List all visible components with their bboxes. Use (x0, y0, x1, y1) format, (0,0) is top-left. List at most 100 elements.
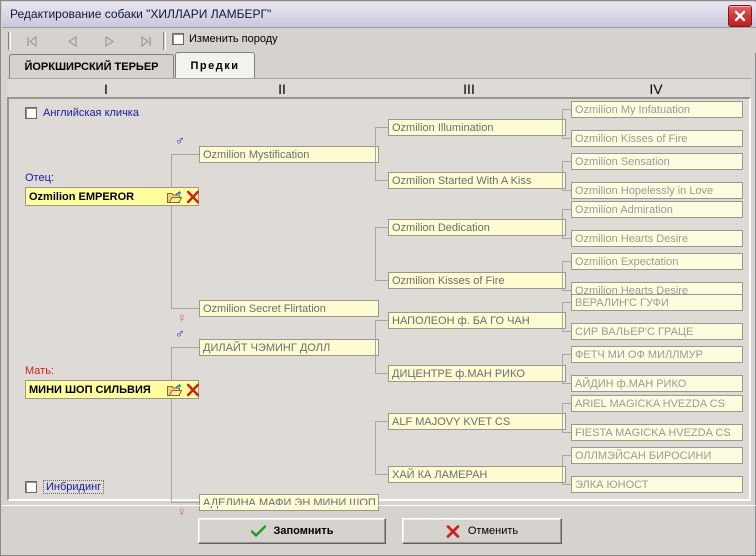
connector-gen3-spine-f1 (562, 109, 564, 138)
tab-breed[interactable]: ЙОРКШИРСКИЙ ТЕРЬЕР (9, 54, 174, 78)
cancel-button-label: Отменить (467, 525, 519, 537)
gen3-box-m1[interactable]: НАПОЛЕОН ф. БА ГО ЧАН (388, 312, 566, 329)
father-label: Отец: (25, 172, 54, 184)
last-record-icon (140, 35, 151, 47)
tab-strip: ЙОРКШИРСКИЙ ТЕРЬЕР Предки (9, 52, 749, 78)
mother-label: Мать: (25, 365, 54, 377)
connector-gen2-spine-f1 (375, 127, 377, 180)
column-header-1: I (104, 81, 108, 97)
connector-mother-to-sire (171, 347, 199, 349)
close-icon[interactable] (728, 5, 752, 27)
column-header-4: IV (649, 81, 663, 97)
male-symbol-icon: ♂ (175, 133, 185, 148)
column-header-2: II (278, 81, 286, 97)
connector-gen2-f2-bottom (375, 280, 389, 282)
connector-gen2-f1-top (375, 127, 389, 129)
connector-gen3-spine-m3 (562, 403, 564, 432)
connector-gen3-spine-f4 (562, 261, 564, 290)
mother-field-actions (167, 383, 200, 397)
gen4-box-f5[interactable]: Ozmilion Admiration (571, 201, 743, 218)
connector-gen2-spine-m2 (375, 421, 377, 474)
delete-red-x-icon[interactable] (186, 190, 200, 204)
cancel-button[interactable]: Отменить (402, 518, 562, 544)
close-x-glyph (734, 10, 746, 22)
gen4-box-m6[interactable]: FIESTA MAGICKA HVEZDA CS (571, 424, 743, 441)
connector-gen3-spine-m1 (562, 302, 564, 331)
gen4-box-m1[interactable]: ВЕРАЛИН'С ГУФИ (571, 294, 743, 311)
gen3-box-m3[interactable]: ALF MAJOVY KVET CS (388, 413, 566, 430)
connector-gen2-spine-m1 (375, 320, 377, 373)
connector-gen2-m2-top (375, 421, 389, 423)
gen4-box-m4[interactable]: АЙДИН ф.МАН РИКО (571, 375, 743, 392)
prev-record-icon (67, 35, 77, 47)
first-record-icon (26, 35, 37, 47)
gen4-box-f7[interactable]: Ozmilion Expectation (571, 253, 743, 270)
male-symbol-icon-maternal: ♂ (175, 326, 185, 341)
gen4-box-m5[interactable]: ARIEL MAGICKA HVEZDA CS (571, 395, 743, 412)
female-symbol-icon: ♀ (177, 310, 187, 325)
green-check-icon (250, 525, 266, 537)
connector-gen2-m2-bottom (375, 474, 389, 476)
gen2-box-paternal-dam[interactable]: Ozmilion Secret Flirtation (199, 300, 379, 317)
dialog-button-bar: Запомнить Отменить (2, 505, 756, 556)
gen2-box-maternal-sire[interactable]: ДИЛАЙТ ЧЭМИНГ ДОЛЛ (199, 339, 379, 356)
gen3-box-f4[interactable]: Ozmilion Kisses of Fire (388, 272, 566, 289)
gen4-box-f3[interactable]: Ozmilion Sensation (571, 153, 743, 170)
gen4-box-f4[interactable]: Ozmilion Hopelessly in Love (571, 182, 743, 199)
open-folder-icon[interactable] (167, 190, 182, 204)
tab-ancestors-label: Предки (190, 59, 240, 72)
connector-gen2-m1-top (375, 320, 389, 322)
father-field-actions (167, 190, 200, 204)
last-record-button[interactable] (133, 32, 159, 50)
gen3-box-m2[interactable]: ДИЦЕНТРЕ ф.МАН РИКО (388, 365, 566, 382)
tab-ancestors[interactable]: Предки (175, 52, 255, 78)
tab-breed-label: ЙОРКШИРСКИЙ ТЕРЬЕР (24, 60, 159, 73)
window-title: Редактирование собаки "ХИЛЛАРИ ЛАМБЕРГ" (10, 7, 272, 21)
save-button-label: Запомнить (273, 525, 334, 537)
toolbar-separator-right (163, 32, 166, 50)
title-bar: Редактирование собаки "ХИЛЛАРИ ЛАМБЕРГ" (2, 2, 756, 28)
gen4-box-m3[interactable]: ФЕТЧ МИ ОФ МИЛЛМУР (571, 346, 743, 363)
inbreeding-checkbox[interactable]: Инбридинг (25, 480, 105, 494)
gen4-box-m7[interactable]: ОЛЛМЭЙСАН БИРОСИНИ (571, 447, 743, 464)
connector-father-to-sire (171, 154, 199, 156)
connector-gen2-m1-bottom (375, 373, 389, 375)
gen3-box-f1[interactable]: Ozmilion Illumination (388, 119, 566, 136)
gen4-box-m2[interactable]: СИР ВАЛЬЕР'С ГРАЦЕ (571, 323, 743, 340)
change-breed-checkbox-box (172, 33, 184, 45)
connector-gen2-spine-f2 (375, 227, 377, 280)
open-folder-icon[interactable] (167, 383, 182, 397)
connector-mother-spine (171, 347, 173, 502)
next-record-icon (104, 35, 114, 47)
dog-edit-window: Редактирование собаки "ХИЛЛАРИ ЛАМБЕРГ" (0, 0, 756, 556)
navigation-toolbar: Изменить породу (2, 28, 756, 53)
gen4-box-f6[interactable]: Ozmilion Hearts Desire (571, 230, 743, 247)
english-name-label: Английская кличка (43, 107, 139, 119)
pedigree-panel: Английская кличка ♂ ♀ Отец: Ozmilion EMP… (7, 97, 751, 518)
inbreeding-label: Инбридинг (43, 480, 105, 494)
connector-gen3-spine-f2 (562, 161, 564, 190)
connector-gen3-spine-m4 (562, 455, 564, 484)
inbreeding-checkbox-box (25, 481, 37, 493)
change-breed-checkbox[interactable]: Изменить породу (172, 33, 278, 45)
next-record-button[interactable] (96, 32, 122, 50)
gen4-box-m8[interactable]: ЭЛКА ЮНОСТ (571, 476, 743, 493)
gen3-box-f2[interactable]: Ozmilion Started With A Kiss (388, 172, 566, 189)
toolbar-separator-left (8, 32, 11, 50)
connector-gen3-spine-m2 (562, 354, 564, 383)
column-header-3: III (463, 81, 475, 97)
gen4-box-f2[interactable]: Ozmilion Kisses of Fire (571, 130, 743, 147)
gen3-box-f3[interactable]: Ozmilion Dedication (388, 219, 566, 236)
connector-gen2-f2-top (375, 227, 389, 229)
save-button[interactable]: Запомнить (198, 518, 386, 544)
connector-gen2-f1-bottom (375, 180, 389, 182)
english-name-checkbox[interactable]: Английская кличка (25, 107, 139, 119)
delete-red-x-icon[interactable] (186, 383, 200, 397)
first-record-button[interactable] (18, 32, 44, 50)
red-x-icon (446, 524, 460, 538)
gen2-box-paternal-sire[interactable]: Ozmilion Mystification (199, 146, 379, 163)
gen4-box-f1[interactable]: Ozmilion My Infatuation (571, 101, 743, 118)
connector-gen3-spine-f3 (562, 209, 564, 238)
gen3-box-m4[interactable]: ХАЙ КА ЛАМЕРАН (388, 466, 566, 483)
prev-record-button[interactable] (59, 32, 85, 50)
